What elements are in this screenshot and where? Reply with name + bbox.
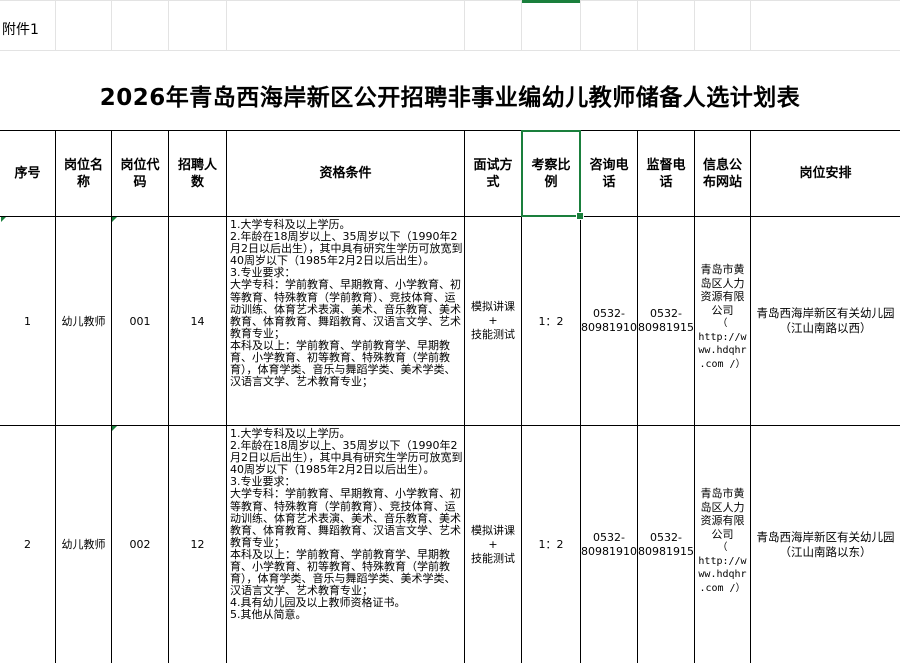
cell-indicator-triangle — [112, 426, 117, 431]
selected-column-indicator — [522, 0, 580, 3]
header-consult-phone[interactable]: 咨询电话 — [581, 131, 637, 216]
header-interview-method[interactable]: 面试方式 — [465, 131, 521, 216]
row2-info-site[interactable]: 青岛市黄岛区人力资源有限公司 （ http://w ww.hdqhr .com … — [695, 487, 750, 607]
header-position-name[interactable]: 岗位名称 — [56, 131, 111, 216]
grid-line — [0, 0, 900, 1]
grid-line — [55, 0, 56, 50]
cell-indicator-triangle — [112, 217, 117, 222]
row1-seq[interactable]: 1 — [0, 217, 55, 425]
row2-consult-phone[interactable]: 0532- 80981910 — [581, 426, 637, 663]
header-position-code[interactable]: 岗位代码 — [112, 131, 168, 216]
row1-consult-phone[interactable]: 0532- 80981910 — [581, 217, 637, 425]
attachment-label[interactable]: 附件1 — [2, 19, 54, 38]
row1-qualifications[interactable]: 1.大学专科及以上学历。 2.年龄在18周岁以上、35周岁以下（1990年2月2… — [227, 217, 464, 425]
row1-position-code[interactable]: 001 — [112, 217, 168, 425]
header-qualifications[interactable]: 资格条件 — [227, 131, 464, 216]
row2-supervise-phone[interactable]: 0532- 80981915 — [638, 426, 694, 663]
grid-line — [694, 0, 695, 50]
row1-supervise-phone[interactable]: 0532- 80981915 — [638, 217, 694, 425]
row2-assignment[interactable]: 青岛西海岸新区有关幼儿园（江山南路以东） — [751, 426, 900, 663]
grid-line — [750, 0, 751, 50]
grid-line — [637, 0, 638, 50]
row1-info-site[interactable]: 青岛市黄岛区人力资源有限公司 （ http://w ww.hdqhr .com … — [695, 263, 750, 383]
grid-line — [0, 50, 900, 51]
grid-line — [111, 0, 112, 50]
row1-interview-method[interactable]: 模拟讲课 + 技能测试 — [465, 217, 521, 425]
row1-recruit-count[interactable]: 14 — [169, 217, 226, 425]
row2-seq[interactable]: 2 — [0, 426, 55, 663]
selected-cell-outline — [521, 130, 581, 217]
row1-info-site-url: （ http://w ww.hdqhr .com /） — [698, 318, 747, 370]
row2-position-code[interactable]: 002 — [112, 426, 168, 663]
row2-qualifications[interactable]: 1.大学专科及以上学历。 2.年龄在18周岁以上、35周岁以下（1990年2月2… — [227, 426, 464, 663]
header-supervise-phone[interactable]: 监督电话 — [638, 131, 694, 216]
header-info-site[interactable]: 信息公布网站 — [695, 131, 750, 216]
cell-indicator-triangle — [1, 217, 6, 222]
grid-line — [226, 0, 227, 50]
row2-interview-method[interactable]: 模拟讲课 + 技能测试 — [465, 426, 521, 663]
header-recruit-count[interactable]: 招聘人数 — [169, 131, 226, 216]
row2-position-name[interactable]: 幼儿教师 — [56, 426, 111, 663]
row1-position-name[interactable]: 幼儿教师 — [56, 217, 111, 425]
grid-line — [464, 0, 465, 50]
header-assignment[interactable]: 岗位安排 — [751, 131, 900, 216]
row1-assessment-ratio[interactable]: 1：2 — [522, 217, 580, 425]
row2-assessment-ratio[interactable]: 1：2 — [522, 426, 580, 663]
row2-info-site-url: （ http://w ww.hdqhr .com /） — [698, 542, 747, 594]
grid-line — [521, 0, 522, 50]
row1-info-site-org: 青岛市黄岛区人力资源有限公司 — [700, 263, 745, 317]
row2-recruit-count[interactable]: 12 — [169, 426, 226, 663]
row2-info-site-org: 青岛市黄岛区人力资源有限公司 — [700, 487, 745, 541]
grid-line — [580, 0, 581, 50]
row1-assignment[interactable]: 青岛西海岸新区有关幼儿园（江山南路以西） — [751, 217, 900, 425]
grid-line — [168, 0, 169, 50]
header-seq[interactable]: 序号 — [0, 131, 55, 216]
sheet-title[interactable]: 2026年青岛西海岸新区公开招聘非事业编幼儿教师储备人选计划表 — [0, 78, 900, 112]
